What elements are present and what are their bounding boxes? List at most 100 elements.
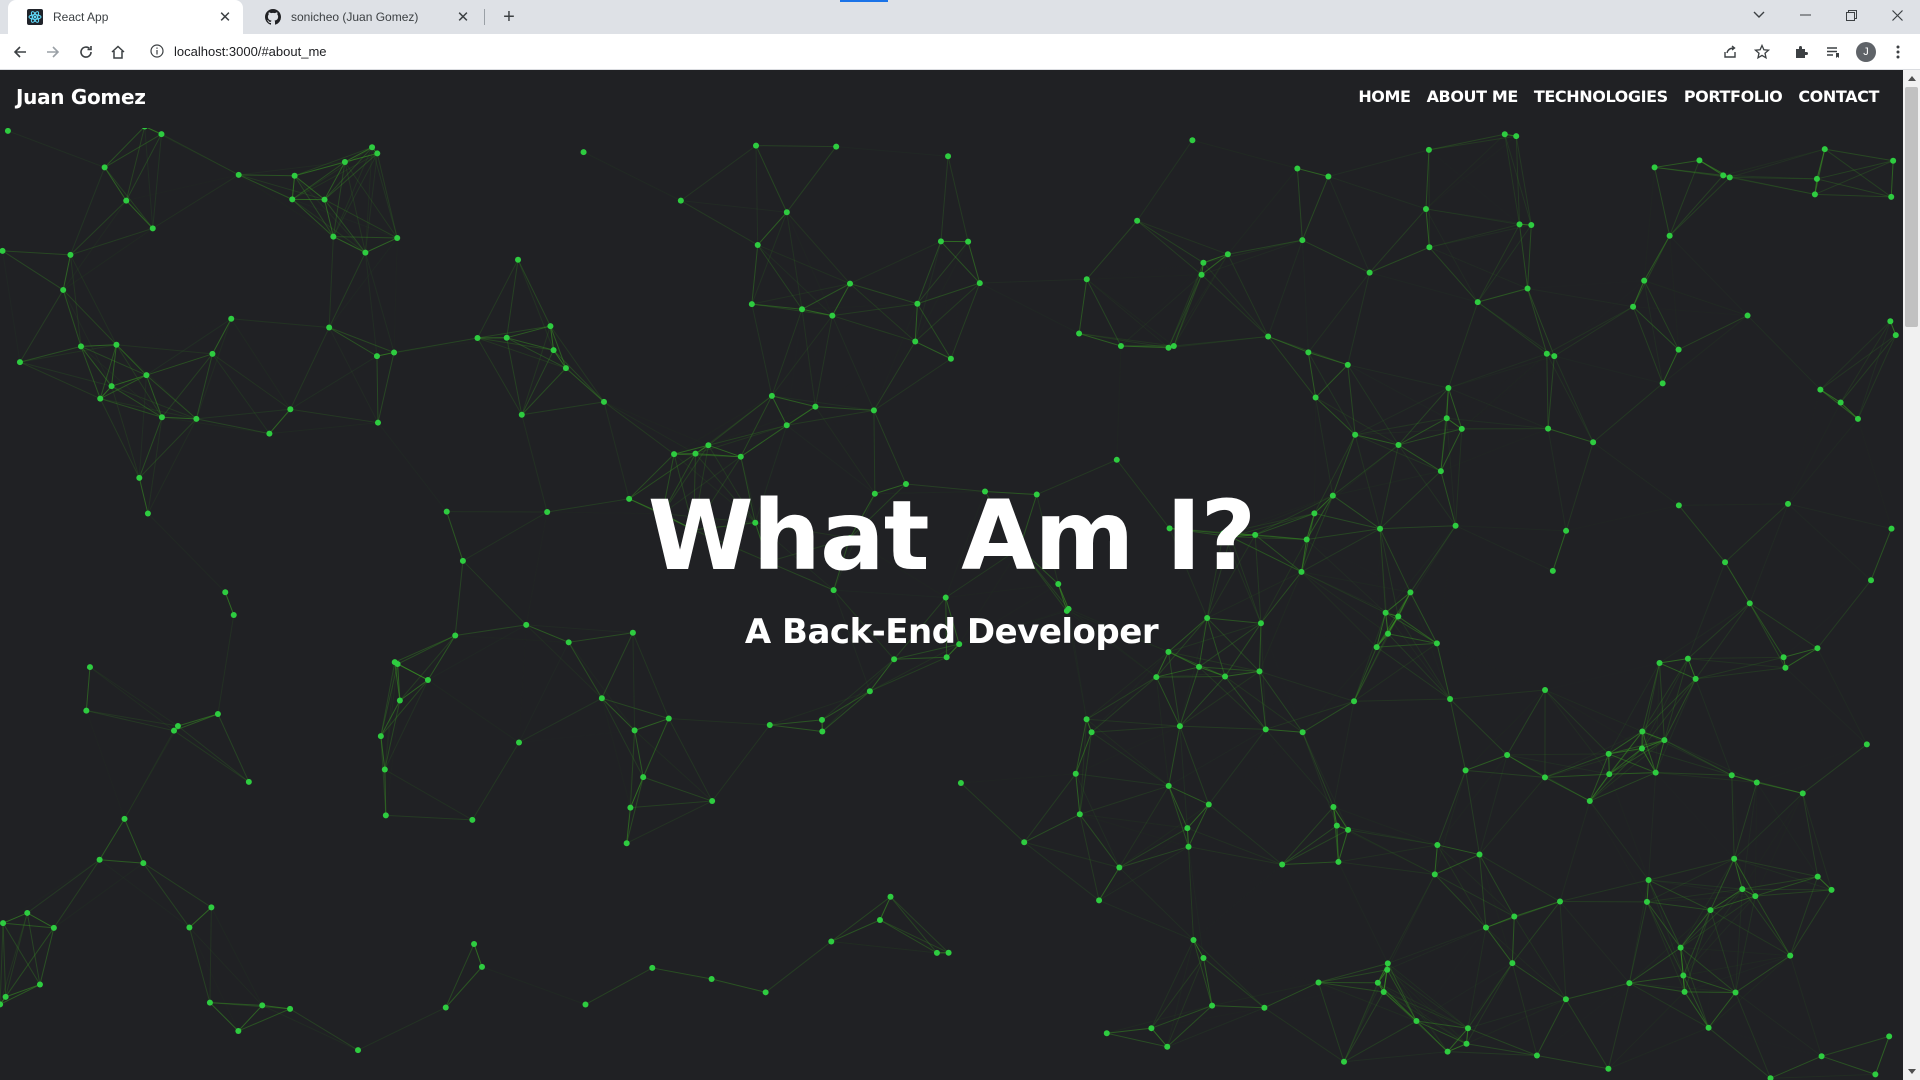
share-icon[interactable]	[1716, 38, 1744, 66]
network-link	[1343, 969, 1388, 1063]
tab-title: sonicheo (Juan Gomez)	[291, 10, 419, 24]
network-link	[290, 408, 379, 424]
network-link	[521, 349, 555, 415]
network-link	[100, 398, 197, 420]
home-icon[interactable]	[104, 38, 132, 66]
network-node	[1811, 191, 1818, 198]
tab-react-app[interactable]: React App ✕	[8, 0, 243, 34]
network-link	[1592, 383, 1663, 443]
network-link	[1369, 208, 1427, 273]
network-node	[1681, 988, 1688, 995]
profile-avatar[interactable]: J	[1856, 42, 1876, 62]
network-link	[1553, 355, 1594, 443]
network-node	[1731, 855, 1738, 862]
network-node	[1799, 790, 1806, 797]
network-link	[1086, 278, 1169, 349]
tab-close-icon[interactable]: ✕	[217, 9, 233, 26]
page-scrollbar[interactable]	[1903, 70, 1920, 1080]
site-info-icon[interactable]	[150, 44, 166, 60]
network-node	[1821, 146, 1828, 153]
network-link	[1669, 235, 1680, 350]
network-link	[1789, 955, 1823, 1057]
nav-about-me[interactable]: ABOUT ME	[1427, 87, 1519, 106]
tab-github[interactable]: sonicheo (Juan Gomez) ✕	[246, 0, 481, 34]
nav-portfolio[interactable]: PORTFOLIO	[1684, 87, 1783, 106]
network-link	[2, 912, 28, 924]
scrollbar-thumb[interactable]	[1905, 87, 1918, 327]
reading-list-icon[interactable]	[1819, 38, 1847, 66]
network-node	[1352, 431, 1359, 438]
network-node	[1639, 728, 1646, 735]
network-node	[140, 860, 147, 867]
network-link	[1429, 150, 1520, 225]
network-link	[1259, 670, 1355, 702]
forward-icon[interactable]	[39, 38, 67, 66]
network-link	[365, 237, 398, 254]
network-link	[1264, 981, 1319, 1009]
network-node	[1707, 907, 1714, 914]
network-link	[1527, 224, 1532, 289]
close-window-button[interactable]	[1874, 0, 1920, 30]
back-icon[interactable]	[6, 38, 34, 66]
menu-kebab-icon[interactable]	[1884, 38, 1912, 66]
scroll-up-arrow-icon[interactable]	[1903, 70, 1920, 87]
network-link	[1678, 315, 1748, 351]
network-node	[649, 964, 656, 971]
brand-logo[interactable]: Juan Gomez	[16, 85, 146, 109]
network-link	[332, 147, 373, 237]
network-link	[89, 666, 179, 727]
network-node	[97, 395, 104, 402]
network-link	[1789, 876, 1819, 956]
address-bar[interactable]: localhost:3000/#about_me	[140, 39, 1770, 65]
network-link	[1302, 732, 1338, 826]
network-node	[362, 249, 369, 256]
tab-close-icon[interactable]: ✕	[455, 9, 471, 26]
network-node	[819, 728, 826, 735]
network-link	[1536, 999, 1567, 1056]
network-link	[1098, 867, 1120, 901]
network-link	[3, 860, 100, 923]
network-link	[85, 667, 91, 711]
network-node	[1746, 600, 1753, 607]
network-node	[1661, 737, 1668, 744]
network-link	[1203, 239, 1303, 264]
network-link	[831, 940, 937, 954]
network-link	[1632, 306, 1664, 384]
network-node	[937, 238, 944, 245]
network-node	[799, 306, 806, 313]
network-link	[371, 147, 398, 239]
nav-technologies[interactable]: TECHNOLOGIES	[1534, 87, 1668, 106]
restore-button[interactable]	[1828, 0, 1874, 30]
network-node	[812, 403, 819, 410]
tab-search-icon[interactable]	[1736, 0, 1782, 30]
nav-home[interactable]: HOME	[1358, 87, 1411, 106]
network-link	[376, 153, 398, 239]
network-link	[1354, 434, 1442, 472]
reload-icon[interactable]	[72, 38, 100, 66]
network-link	[1208, 804, 1283, 865]
network-link	[1723, 148, 1825, 176]
network-node	[550, 347, 557, 354]
network-link	[1742, 876, 1818, 890]
bookmark-star-icon[interactable]	[1748, 38, 1776, 66]
scroll-down-arrow-icon[interactable]	[1903, 1063, 1920, 1080]
nav-contact[interactable]: CONTACT	[1798, 87, 1879, 106]
network-link	[1212, 1005, 1265, 1009]
network-link	[1106, 1005, 1213, 1034]
network-link	[1086, 220, 1138, 280]
network-node	[1395, 441, 1402, 448]
network-link	[1166, 939, 1194, 1047]
network-node	[943, 654, 950, 661]
network-node	[1787, 952, 1794, 959]
network-link	[1628, 901, 1648, 984]
network-link	[1078, 279, 1088, 334]
network-link	[1485, 916, 1515, 929]
minimize-button[interactable]	[1782, 0, 1828, 30]
network-node	[206, 999, 213, 1006]
network-link	[290, 352, 394, 409]
network-link	[1814, 148, 1826, 195]
network-node	[631, 727, 638, 734]
new-tab-button[interactable]: +	[498, 6, 520, 28]
network-link	[2, 923, 7, 997]
extensions-icon[interactable]	[1787, 38, 1815, 66]
